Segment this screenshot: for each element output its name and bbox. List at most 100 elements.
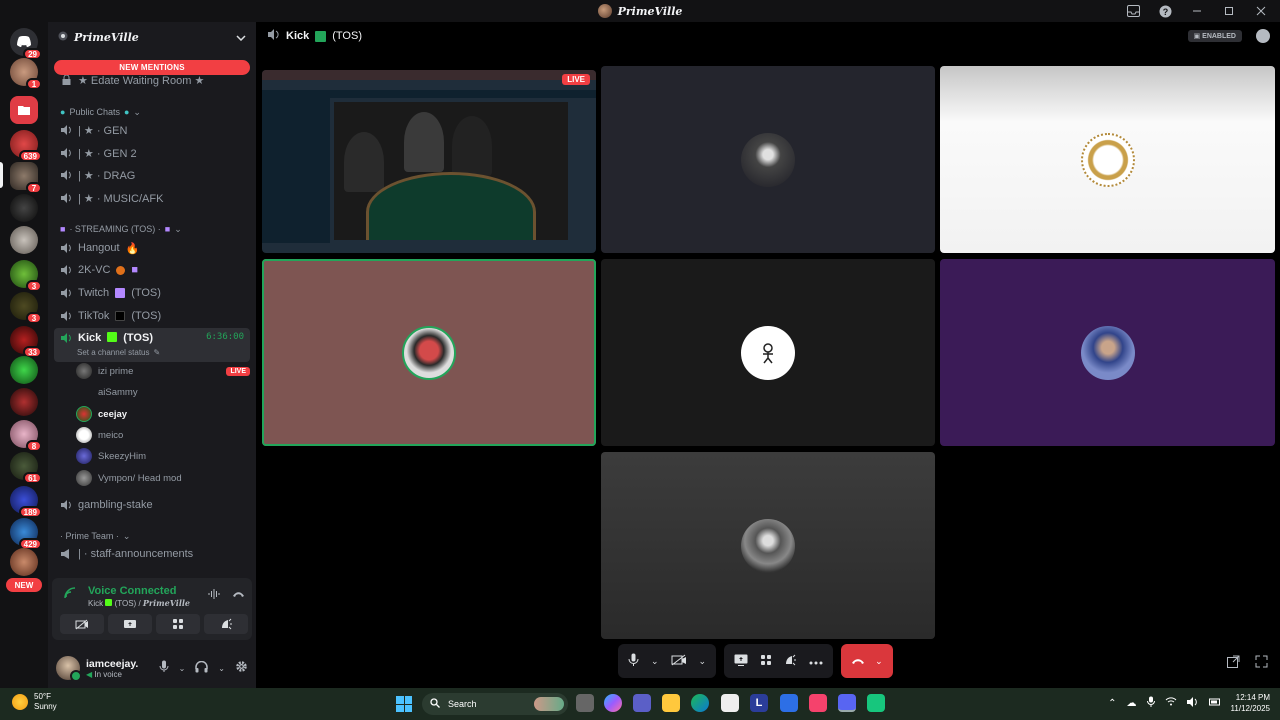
microphone-icon[interactable]: [159, 660, 169, 676]
voice-member[interactable]: meico: [76, 425, 250, 445]
participant-tile[interactable]: [601, 259, 935, 446]
minimize-icon[interactable]: [1188, 2, 1206, 20]
chevron-up-icon[interactable]: ⌃: [1108, 698, 1116, 709]
file-explorer-icon[interactable]: [662, 694, 680, 712]
folder-icon[interactable]: [10, 96, 38, 124]
screen-share-icon[interactable]: [734, 654, 748, 669]
server-icon[interactable]: 3: [10, 260, 42, 292]
voice-channel-gen-2[interactable]: | ★ · GEN 2: [54, 143, 250, 163]
server-icon[interactable]: 61: [10, 452, 42, 484]
disconnect-icon[interactable]: [230, 586, 246, 602]
store-icon[interactable]: [721, 694, 739, 712]
weather-widget[interactable]: 50°F Sunny: [12, 692, 57, 712]
fullscreen-icon[interactable]: [1254, 654, 1268, 668]
battery-icon[interactable]: [1208, 697, 1221, 710]
voice-channel-music-afk[interactable]: | ★ · MUSIC/AFK: [54, 188, 250, 208]
volume-icon[interactable]: [1186, 696, 1199, 710]
taskbar-search[interactable]: Search: [422, 693, 568, 715]
category-streaming[interactable]: ■ · STREAMING (TOS) · ■ ⌄: [60, 222, 182, 236]
voice-channel-tiktok[interactable]: TikTok (TOS): [54, 306, 250, 326]
signal-icon[interactable]: [64, 587, 76, 602]
new-servers-badge[interactable]: NEW: [6, 578, 42, 592]
app-icon[interactable]: [780, 694, 798, 712]
user-info[interactable]: iamceejay. ◀ In voice: [86, 658, 138, 679]
server-icon[interactable]: [10, 356, 38, 384]
participant-tile[interactable]: [940, 66, 1275, 253]
disconnect-call-button[interactable]: ⌄: [841, 644, 893, 678]
server-icon[interactable]: 8: [10, 420, 42, 452]
participant-tile[interactable]: [601, 66, 935, 253]
headphones-icon[interactable]: [195, 660, 209, 676]
server-icon[interactable]: 33: [10, 326, 42, 358]
taskbar-clock[interactable]: 12:14 PM 11/12/2025: [1231, 692, 1270, 714]
server-icon[interactable]: 189: [10, 486, 42, 518]
primeville-server-icon[interactable]: 7: [10, 162, 42, 194]
activities-icon[interactable]: [760, 654, 772, 669]
app-l-icon[interactable]: L: [750, 694, 768, 712]
soundboard-button[interactable]: [204, 614, 248, 634]
onedrive-icon[interactable]: ☁: [1127, 698, 1137, 709]
voice-channel-2k-vc[interactable]: 2K-VC ■: [54, 260, 250, 280]
dm-avatar[interactable]: 1: [10, 58, 42, 90]
discord-home-icon[interactable]: 29: [10, 28, 42, 60]
noise-suppression-icon[interactable]: [206, 586, 222, 602]
popout-icon[interactable]: [1226, 654, 1240, 668]
chevron-down-icon[interactable]: ⌄: [651, 656, 659, 667]
voice-channel-twitch[interactable]: Twitch (TOS): [54, 283, 250, 303]
server-header[interactable]: PrimeVille: [48, 22, 256, 52]
edge-icon[interactable]: [691, 694, 709, 712]
voice-channel-gen[interactable]: | ★ · GEN: [54, 120, 250, 140]
task-view-icon[interactable]: [576, 694, 594, 712]
microphone-icon[interactable]: [628, 653, 639, 670]
voice-channel-drag[interactable]: | ★ · DRAG: [54, 165, 250, 185]
discord-taskbar-icon[interactable]: [838, 694, 856, 712]
voice-connected-title[interactable]: Voice Connected: [88, 585, 176, 597]
chat-bubble-icon[interactable]: [1256, 29, 1270, 43]
voice-member[interactable]: izi prime LIVE: [76, 361, 250, 381]
category-public-chats[interactable]: ● Public Chats ● ⌄: [60, 105, 141, 119]
wifi-icon[interactable]: [1165, 697, 1177, 709]
server-icon[interactable]: 429: [10, 518, 42, 550]
activities-button[interactable]: [156, 614, 200, 634]
more-options-icon[interactable]: [809, 654, 823, 668]
settings-gear-icon[interactable]: [235, 660, 248, 676]
camera-off-button[interactable]: [60, 614, 104, 634]
close-icon[interactable]: [1252, 2, 1270, 20]
server-icon[interactable]: 3: [10, 292, 42, 324]
participant-tile[interactable]: [601, 452, 935, 639]
app-icon[interactable]: [867, 694, 885, 712]
voice-member-self[interactable]: ceejay: [76, 404, 250, 424]
category-prime-team[interactable]: · Prime Team · ⌄: [60, 529, 130, 543]
soundboard-icon[interactable]: [784, 654, 797, 669]
chevron-down-icon[interactable]: ⌄: [699, 656, 707, 667]
chevron-down-icon[interactable]: ⌄: [218, 664, 225, 673]
enabled-badge[interactable]: ▣ ENABLED: [1187, 30, 1242, 42]
participant-tile-speaking[interactable]: [262, 259, 596, 446]
voice-member[interactable]: aiSammy: [76, 382, 250, 402]
inbox-icon[interactable]: [1124, 2, 1142, 20]
windows-start-icon[interactable]: [396, 696, 412, 712]
music-icon[interactable]: [809, 694, 827, 712]
copilot-icon[interactable]: [604, 694, 622, 712]
maximize-icon[interactable]: [1220, 2, 1238, 20]
participant-tile[interactable]: [940, 259, 1275, 446]
server-icon[interactable]: [10, 388, 38, 416]
server-icon[interactable]: 639: [10, 130, 42, 162]
microphone-tray-icon[interactable]: [1146, 696, 1155, 710]
channel-edate-waiting-room[interactable]: ★ Edate Waiting Room ★: [54, 70, 250, 90]
teams-icon[interactable]: [633, 694, 651, 712]
set-channel-status[interactable]: Set a channel status ✎: [77, 348, 160, 357]
chevron-down-icon[interactable]: ⌄: [179, 664, 186, 673]
help-icon[interactable]: ?: [1156, 2, 1174, 20]
voice-channel-gambling-stake[interactable]: gambling-stake: [54, 495, 250, 515]
screen-share-button[interactable]: [108, 614, 152, 634]
voice-member[interactable]: SkeezyHim: [76, 446, 250, 466]
server-icon[interactable]: [10, 226, 38, 254]
channel-staff-announcements[interactable]: | · staff-announcements: [54, 544, 250, 564]
user-avatar[interactable]: [56, 656, 82, 682]
stream-tile[interactable]: LIVE: [262, 70, 596, 253]
camera-off-icon[interactable]: [671, 654, 687, 669]
voice-connected-channel[interactable]: Kick (TOS) / PrimeVille: [88, 598, 190, 608]
server-icon[interactable]: [10, 548, 38, 576]
voice-member[interactable]: Vympon/ Head mod: [76, 468, 250, 488]
